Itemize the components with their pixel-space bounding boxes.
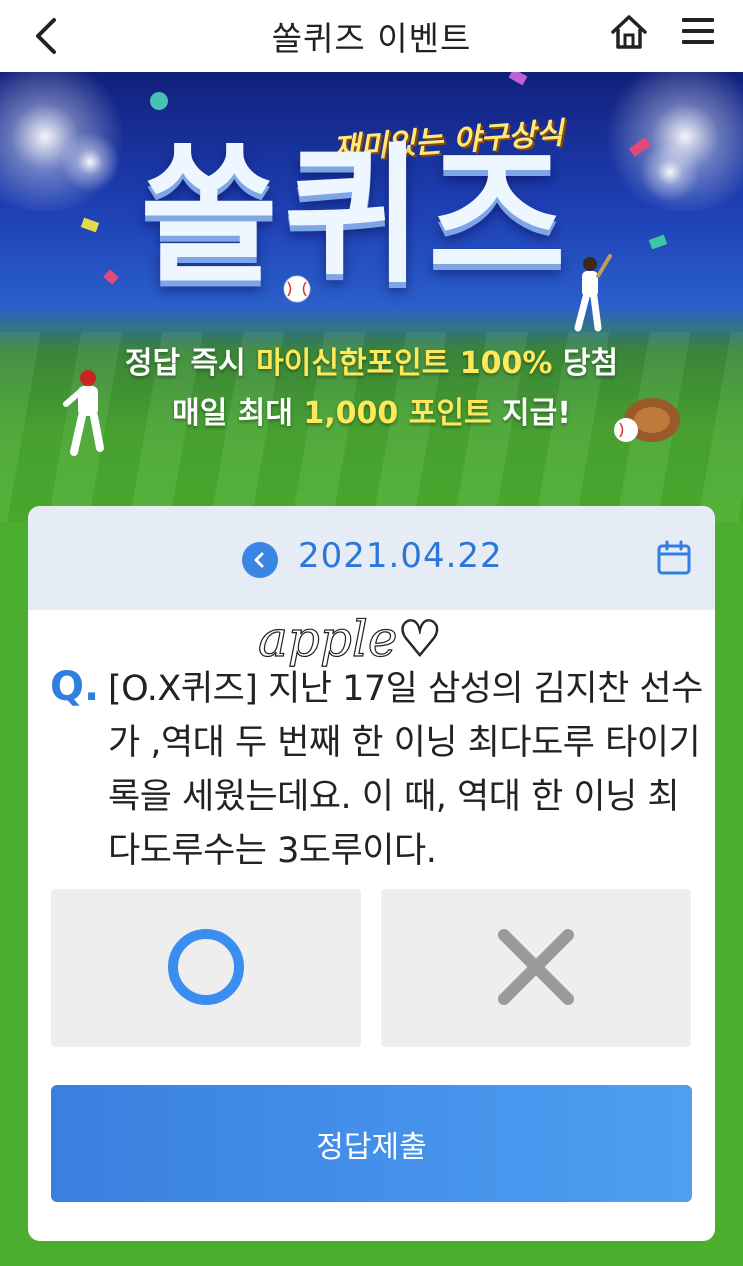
top-navigation-bar: 쏠퀴즈 이벤트: [0, 0, 743, 72]
confetti: [508, 72, 528, 86]
chevron-left-icon: [254, 552, 264, 568]
confetti: [80, 217, 100, 233]
promo-text: 당첨: [552, 346, 619, 381]
promo-text: 매일 최대: [172, 396, 304, 431]
promo-line-1: 정답 즉시 마이신한포인트 100% 당첨: [0, 338, 743, 382]
cross-x-icon: [498, 929, 574, 1005]
question-text: [O.X퀴즈] 지난 17일 삼성의 김지찬 선수가 ,역대 두 번째 한 이닝…: [108, 669, 703, 871]
chevron-left-circle-icon[interactable]: [242, 542, 278, 578]
calendar-icon[interactable]: [656, 540, 692, 576]
promo-text: 지급!: [491, 396, 571, 431]
promo-highlight: 마이신한포인트 100%: [256, 346, 553, 381]
promo-highlight: 1,000 포인트: [303, 396, 492, 431]
stadium-light: [60, 132, 120, 192]
watermark-text: apple♡: [258, 610, 442, 668]
question-prefix: Q.: [50, 664, 100, 710]
date-navigation: 2021.04.22: [28, 506, 715, 610]
submit-answer-button[interactable]: 정답제출: [51, 1085, 692, 1202]
hamburger-menu-icon[interactable]: [680, 13, 716, 49]
confetti: [648, 234, 668, 250]
stadium-light: [640, 142, 700, 202]
confetti: [103, 269, 119, 285]
page-title: 쏠퀴즈 이벤트: [271, 19, 472, 58]
baseball-icon: [283, 275, 311, 303]
batter-illustration: [574, 254, 612, 332]
promo-line-2: 매일 최대 1,000 포인트 지급!: [0, 388, 743, 432]
home-icon[interactable]: [607, 10, 651, 54]
answer-x-button[interactable]: [381, 889, 691, 1047]
chevron-left-icon[interactable]: [28, 14, 68, 58]
answer-o-button[interactable]: [51, 889, 361, 1047]
quiz-date: 2021.04.22: [298, 536, 503, 576]
quiz-card: 2021.04.22 apple♡ Q. [O.X퀴즈] 지난 17일 삼성의 …: [28, 506, 715, 1241]
circle-o-icon: [168, 929, 244, 1005]
promo-text: 정답 즉시: [124, 346, 257, 381]
event-banner: 재미있는 야구상식 쏠퀴즈 정답 즉시 마이신한포인트 100% 당첨 매일 최…: [0, 72, 743, 522]
banner-title: 쏠퀴즈: [140, 130, 573, 304]
confetti: [150, 92, 168, 110]
